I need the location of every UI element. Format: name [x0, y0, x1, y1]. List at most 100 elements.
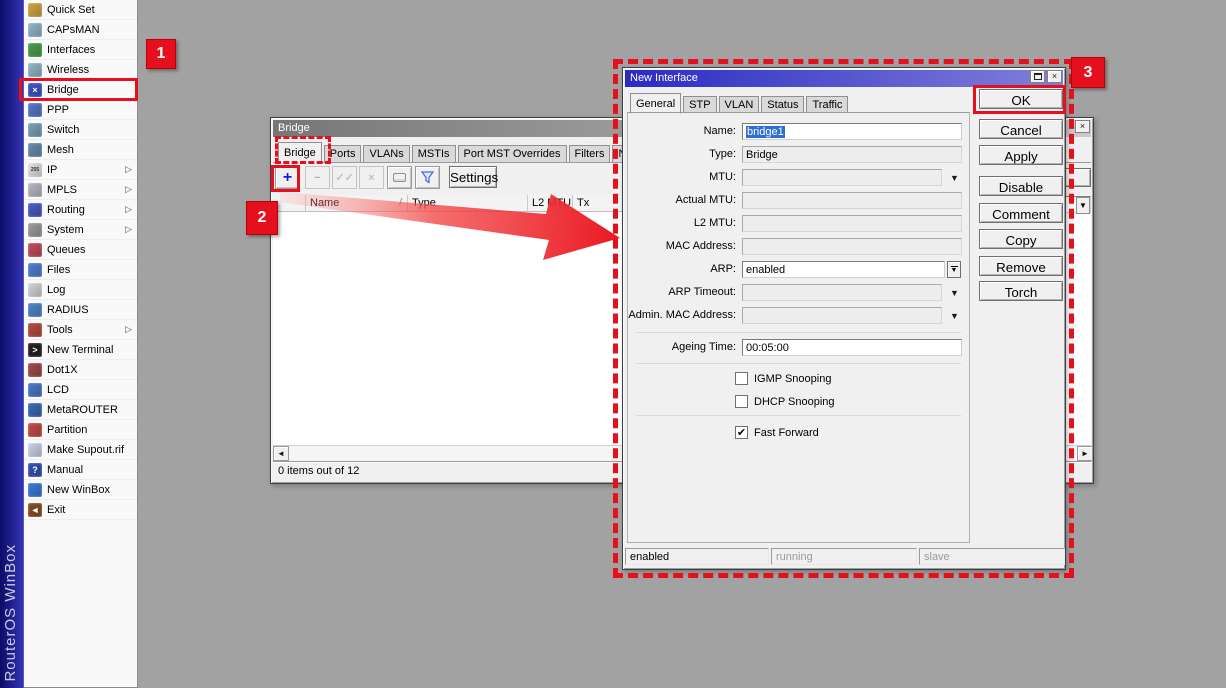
ok-button[interactable]: OK [979, 89, 1063, 109]
chevron-down-icon[interactable]: ▼ [1076, 197, 1090, 214]
metarouter-icon [28, 403, 42, 417]
apply-button[interactable]: Apply [979, 145, 1063, 165]
bridge-tab-bridge[interactable]: Bridge [278, 142, 322, 163]
close-icon[interactable]: × [1047, 70, 1062, 83]
sidebar-item-wireless[interactable]: Wireless [24, 60, 137, 80]
sidebar-item-manual[interactable]: ?Manual [24, 460, 137, 480]
sidebar-item-exit[interactable]: ◄Exit [24, 500, 137, 520]
remove-icon[interactable]: − [305, 166, 330, 189]
sidebar-item-label: Quick Set [47, 4, 95, 16]
routing-icon [28, 203, 42, 217]
switch-icon [28, 123, 42, 137]
enable-icon[interactable]: ✓✓ [332, 166, 357, 189]
sidebar-item-capsman[interactable]: CAPsMAN [24, 20, 137, 40]
field-label-admin-mac-address: Admin. MAC Address: [628, 307, 736, 321]
bridge-tab-ports[interactable]: Ports [324, 145, 362, 162]
checkbox-igmp-snooping[interactable] [735, 372, 748, 385]
dialog-tab-vlan[interactable]: VLAN [719, 96, 760, 113]
sidebar-item-tools[interactable]: Tools▷ [24, 320, 137, 340]
sidebar-item-dot1x[interactable]: Dot1X [24, 360, 137, 380]
remove-button[interactable]: Remove [979, 256, 1063, 276]
sidebar-item-label: Interfaces [47, 44, 95, 56]
dropdown-button[interactable]: ▼ [947, 261, 961, 278]
close-icon[interactable]: × [1075, 120, 1090, 133]
sidebar-item-label: Routing [47, 204, 85, 216]
field-input-ageing-time[interactable]: 00:05:00 [742, 339, 962, 356]
submenu-arrow-icon: ▷ [125, 164, 132, 175]
sidebar-item-routing[interactable]: Routing▷ [24, 200, 137, 220]
bridge-tab-port-mst-overrides[interactable]: Port MST Overrides [458, 145, 567, 162]
sidebar-item-label: Manual [47, 464, 83, 476]
sidebar-item-label: System [47, 224, 84, 236]
restore-icon[interactable] [1030, 70, 1045, 83]
cancel-button[interactable]: Cancel [979, 119, 1063, 139]
sidebar-item-ip[interactable]: 255IP▷ [24, 160, 137, 180]
dialog-general-page: Name:bridge1Type:BridgeMTU:▼Actual MTU:L… [627, 112, 970, 543]
comment-button[interactable]: Comment [979, 203, 1063, 223]
ppp-icon [28, 103, 42, 117]
sidebar-item-metarouter[interactable]: MetaROUTER [24, 400, 137, 420]
checkbox-dhcp-snooping[interactable] [735, 395, 748, 408]
field-input-mac-address[interactable] [742, 238, 962, 255]
filter-icon[interactable] [415, 166, 440, 189]
field-input-l2-mtu[interactable] [742, 215, 962, 232]
sidebar-item-quick-set[interactable]: Quick Set [24, 0, 137, 20]
column-header-name[interactable]: Name/ [306, 195, 408, 211]
scroll-right-icon[interactable]: ► [1077, 446, 1093, 461]
sidebar-item-label: Exit [47, 504, 65, 516]
column-header-type[interactable]: Type [408, 195, 528, 211]
bridge-tab-mstis[interactable]: MSTIs [412, 145, 456, 162]
field-input-admin-mac-address[interactable] [742, 307, 942, 324]
winbox-side-strip: RouterOS WinBox [0, 0, 24, 688]
bridge-tab-vlans[interactable]: VLANs [363, 145, 409, 162]
log-icon [28, 283, 42, 297]
files-icon [28, 263, 42, 277]
sidebar-item-make-supout-rif[interactable]: Make Supout.rif [24, 440, 137, 460]
sidebar-item-radius[interactable]: RADIUS [24, 300, 137, 320]
chevron-down-icon[interactable]: ▼ [950, 311, 959, 321]
disable-button[interactable]: Disable [979, 176, 1063, 196]
field-input-actual-mtu[interactable] [742, 192, 962, 209]
bridge-tab-filters[interactable]: Filters [569, 145, 611, 162]
sidebar-item-mesh[interactable]: Mesh [24, 140, 137, 160]
field-input-mtu[interactable] [742, 169, 942, 186]
dialog-tab-general[interactable]: General [630, 93, 681, 114]
dialog-tab-stp[interactable]: STP [683, 96, 716, 113]
sidebar-item-ppp[interactable]: PPP [24, 100, 137, 120]
copy-button[interactable]: Copy [979, 229, 1063, 249]
chevron-down-icon: ▼ [951, 268, 958, 274]
sidebar-item-lcd[interactable]: LCD [24, 380, 137, 400]
field-input-name[interactable]: bridge1 [742, 123, 962, 140]
chevron-down-icon[interactable]: ▼ [950, 173, 959, 183]
checkbox-fast-forward[interactable]: ✔ [735, 426, 748, 439]
sidebar-item-switch[interactable]: Switch [24, 120, 137, 140]
scroll-left-icon[interactable]: ◄ [273, 446, 289, 461]
sidebar-item-queues[interactable]: Queues [24, 240, 137, 260]
dialog-titlebar[interactable]: New Interface [625, 70, 1063, 87]
sidebar-item-interfaces[interactable]: Interfaces [24, 40, 137, 60]
sidebar-item-files[interactable]: Files [24, 260, 137, 280]
comment-icon[interactable] [387, 166, 412, 189]
sidebar-item-new-winbox[interactable]: New WinBox [24, 480, 137, 500]
torch-button[interactable]: Torch [979, 281, 1063, 301]
field-input-arp-timeout[interactable] [742, 284, 942, 301]
settings-button[interactable]: Settings [449, 166, 497, 188]
sidebar-item-mpls[interactable]: MPLS▷ [24, 180, 137, 200]
field-label-arp-timeout: ARP Timeout: [628, 284, 736, 298]
add-icon[interactable]: + [275, 166, 300, 189]
dialog-tab-status[interactable]: Status [761, 96, 804, 113]
column-header-l2-mtu[interactable]: L2 MTU [528, 195, 573, 211]
sidebar-item-bridge[interactable]: ×Bridge [24, 80, 137, 100]
disable-icon[interactable]: × [359, 166, 384, 189]
sidebar-item-system[interactable]: System▷ [24, 220, 137, 240]
sidebar-item-new-terminal[interactable]: >New Terminal [24, 340, 137, 360]
submenu-arrow-icon: ▷ [125, 324, 132, 335]
separator [636, 363, 961, 364]
field-input-type[interactable]: Bridge [742, 146, 962, 163]
sidebar-item-partition[interactable]: Partition [24, 420, 137, 440]
ip-icon: 255 [28, 163, 42, 177]
field-input-arp[interactable]: enabled [742, 261, 945, 278]
chevron-down-icon[interactable]: ▼ [950, 288, 959, 298]
dialog-tab-traffic[interactable]: Traffic [806, 96, 848, 113]
sidebar-item-log[interactable]: Log [24, 280, 137, 300]
